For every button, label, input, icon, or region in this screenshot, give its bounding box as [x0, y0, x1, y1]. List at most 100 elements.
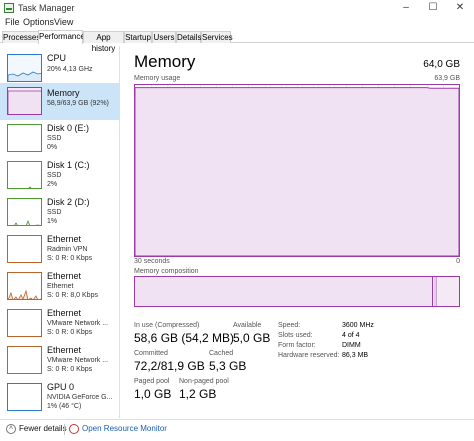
form-factor-label: Form factor: — [278, 342, 316, 349]
sidebar-item-adapter: Ethernet — [47, 283, 74, 290]
sidebar-item-ethernet-vmware-1[interactable]: Ethernet VMware Network ... S: 0 R: 0 Kb… — [0, 305, 119, 342]
close-button[interactable]: ✕ — [447, 0, 473, 16]
paged-pool-value: 1,0 GB — [134, 387, 172, 401]
open-resource-monitor-link[interactable]: Open Resource Monitor — [82, 424, 167, 433]
hardware-reserved-label: Hardware reserved: — [278, 352, 340, 359]
non-paged-pool-value: 1,2 GB — [179, 387, 217, 401]
available-label: Available — [233, 322, 262, 329]
sidebar-item-adapter: VMware Network ... — [47, 357, 109, 364]
sidebar-item-detail: 58,9/63,9 GB (92%) — [47, 100, 109, 107]
paged-pool-label: Paged pool — [134, 378, 170, 385]
cached-value: 5,3 GB — [209, 359, 247, 373]
sidebar-item-disk-0[interactable]: Disk 0 (E:) SSD 0% — [0, 120, 119, 157]
tab-performance[interactable]: Performance — [38, 30, 85, 44]
speed-value: 3600 MHz — [342, 322, 374, 329]
chevron-up-icon[interactable]: ˄ — [6, 424, 16, 434]
ethernet-thumbnail-graph — [7, 309, 42, 337]
sidebar-item-title: Disk 0 (E:) — [47, 123, 90, 133]
non-paged-pool-label: Non-paged pool — [179, 378, 229, 385]
sidebar-item-title: Ethernet — [47, 271, 82, 281]
sidebar-item-adapter: NVIDIA GeForce G... — [47, 394, 113, 401]
sidebar-item-title: Ethernet — [47, 234, 82, 244]
in-use-value: 58,6 GB (54,2 MB) — [134, 331, 235, 345]
minimize-button[interactable]: – — [393, 0, 419, 16]
time-axis-right: 0 — [456, 258, 460, 265]
tab-users[interactable]: Users — [152, 31, 176, 43]
sidebar-item-title: Disk 1 (C:) — [47, 160, 90, 170]
ethernet-thumbnail-graph — [7, 346, 42, 374]
disk-thumbnail-graph — [7, 161, 42, 189]
sidebar-item-title: GPU 0 — [47, 382, 75, 392]
sidebar-item-adapter: VMware Network ... — [47, 320, 109, 327]
menu-bar: File Options View — [0, 16, 474, 29]
memory-usage-chart — [134, 85, 460, 257]
menu-file[interactable]: File — [5, 17, 20, 27]
tab-services[interactable]: Services — [201, 31, 233, 43]
page-title: Memory — [134, 52, 196, 71]
maximize-button[interactable]: ☐ — [420, 0, 446, 16]
sidebar-item-adapter: Radmin VPN — [47, 246, 88, 253]
sidebar-item-title: Ethernet — [47, 345, 82, 355]
sidebar-item-ethernet[interactable]: Ethernet Ethernet S: 0 R: 8,0 Kbps — [0, 268, 119, 305]
sidebar-item-memory[interactable]: Memory 58,9/63,9 GB (92%) — [0, 83, 119, 120]
tab-bar: Processes Performance App history Startu… — [0, 30, 474, 53]
sidebar-item-title: Disk 2 (D:) — [47, 197, 90, 207]
footer-bar: ˄ Fewer details Open Resource Monitor — [0, 419, 474, 441]
tab-startup[interactable]: Startup — [124, 31, 152, 43]
form-factor-value: DIMM — [342, 342, 361, 349]
available-value: 5,0 GB — [233, 331, 271, 345]
committed-value: 72,2/81,9 GB — [134, 359, 205, 373]
memory-usage-label: Memory usage — [134, 75, 181, 82]
title-bar: Task Manager – ☐ ✕ — [0, 0, 474, 16]
committed-label: Committed — [134, 350, 168, 357]
tab-app-history[interactable]: App history — [83, 31, 124, 53]
slots-used-label: Slots used: — [278, 332, 313, 339]
sidebar-item-title: CPU — [47, 53, 67, 63]
disk-thumbnail-graph — [7, 124, 42, 152]
sidebar-item-detail: S: 0 R: 8,0 Kbps — [47, 292, 98, 299]
ethernet-thumbnail-graph — [7, 235, 42, 263]
sidebar-item-cpu[interactable]: CPU 20% 4,13 GHz — [0, 50, 119, 87]
sidebar-item-detail: S: 0 R: 0 Kbps — [47, 255, 93, 262]
sidebar-item-detail: S: 0 R: 0 Kbps — [47, 329, 93, 336]
memory-usage-max: 63,9 GB — [434, 75, 460, 82]
disk-thumbnail-graph — [7, 198, 42, 226]
sidebar-item-ethernet-radmin[interactable]: Ethernet Radmin VPN S: 0 R: 0 Kbps — [0, 231, 119, 268]
footer-divider — [64, 424, 65, 435]
resource-list: CPU 20% 4,13 GHz Memory 58,9/63,9 GB (92… — [0, 46, 120, 418]
gpu-thumbnail-graph — [7, 383, 42, 411]
sidebar-item-detail: 1% (46 °C) — [47, 403, 82, 410]
window-title: Task Manager — [18, 3, 75, 13]
memory-panel: Memory 64,0 GB Memory usage 63,9 GB 30 s… — [121, 46, 474, 418]
resource-monitor-icon — [69, 424, 79, 434]
sidebar-item-disk-2[interactable]: Disk 2 (D:) SSD 1% — [0, 194, 119, 231]
sidebar-item-title: Ethernet — [47, 308, 82, 318]
cpu-thumbnail-graph — [7, 54, 42, 82]
sidebar-item-detail: 1% — [47, 218, 58, 225]
tab-details[interactable]: Details — [176, 31, 201, 43]
task-manager-icon — [4, 3, 14, 13]
sidebar-item-title: Memory — [47, 88, 80, 98]
slots-used-value: 4 of 4 — [342, 332, 360, 339]
fewer-details-link[interactable]: Fewer details — [19, 424, 67, 433]
sidebar-item-ethernet-vmware-2[interactable]: Ethernet VMware Network ... S: 0 R: 0 Kb… — [0, 342, 119, 379]
sidebar-item-type: SSD — [47, 135, 62, 142]
sidebar-item-detail: 2% — [47, 181, 58, 188]
memory-usage-area — [134, 87, 460, 257]
sidebar-item-detail: S: 0 R: 0 Kbps — [47, 366, 93, 373]
sidebar-item-gpu-0[interactable]: GPU 0 NVIDIA GeForce G... 1% (46 °C) — [0, 379, 119, 416]
menu-options[interactable]: Options — [23, 17, 54, 27]
ethernet-thumbnail-graph — [7, 272, 42, 300]
menu-view[interactable]: View — [54, 17, 73, 27]
sidebar-item-detail: 20% 4,13 GHz — [47, 66, 93, 73]
composition-modified-segment — [434, 277, 438, 306]
time-axis-left: 30 seconds — [134, 258, 170, 265]
sidebar-item-detail: 0% — [47, 144, 58, 151]
tab-processes[interactable]: Processes — [2, 31, 40, 43]
memory-thumbnail-graph — [7, 87, 42, 115]
sidebar-item-disk-1[interactable]: Disk 1 (C:) SSD 2% — [0, 157, 119, 194]
speed-label: Speed: — [278, 322, 301, 329]
sidebar-item-type: SSD — [47, 209, 62, 216]
cached-label: Cached — [209, 350, 234, 357]
sidebar-item-type: SSD — [47, 172, 62, 179]
